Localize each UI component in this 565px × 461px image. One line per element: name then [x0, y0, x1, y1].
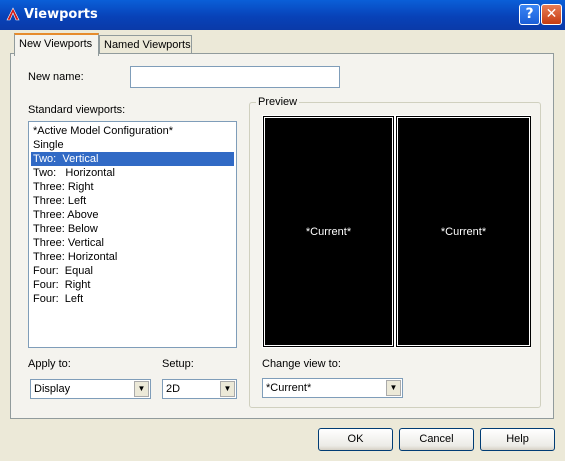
- list-item[interactable]: Four: Equal: [31, 264, 234, 278]
- list-item[interactable]: Three: Vertical: [31, 236, 234, 250]
- change-view-label: Change view to:: [262, 358, 341, 370]
- setup-label: Setup:: [162, 358, 194, 370]
- standard-viewports-list[interactable]: *Active Model Configuration* Single Two:…: [28, 121, 237, 348]
- tab-new-viewports[interactable]: New Viewports: [14, 33, 99, 56]
- list-item[interactable]: *Active Model Configuration*: [31, 124, 234, 138]
- autocad-app-icon: [6, 7, 20, 21]
- list-item[interactable]: Three: Right: [31, 180, 234, 194]
- list-item[interactable]: Two: Horizontal: [31, 166, 234, 180]
- change-view-dropdown[interactable]: *Current* ▼: [262, 378, 403, 398]
- apply-to-label: Apply to:: [28, 358, 71, 370]
- viewport-label: *Current*: [440, 226, 487, 238]
- new-name-input[interactable]: [130, 66, 340, 88]
- preview-viewport-left: *Current*: [263, 116, 394, 347]
- title-close-button[interactable]: ✕: [541, 4, 562, 25]
- preview-area: *Current* *Current*: [262, 115, 531, 348]
- cancel-button[interactable]: Cancel: [399, 428, 474, 451]
- list-item-selected[interactable]: Two: Vertical: [31, 152, 234, 166]
- change-view-value: *Current*: [266, 382, 312, 394]
- setup-dropdown[interactable]: 2D ▼: [162, 379, 237, 399]
- title-help-button[interactable]: ?: [519, 4, 540, 25]
- list-item[interactable]: Four: Right: [31, 278, 234, 292]
- apply-to-value: Display: [34, 383, 71, 395]
- chevron-down-icon[interactable]: ▼: [134, 381, 149, 397]
- list-item[interactable]: Four: Left: [31, 292, 234, 306]
- setup-value: 2D: [166, 383, 181, 395]
- list-item[interactable]: Single: [31, 138, 234, 152]
- help-button[interactable]: Help: [480, 428, 555, 451]
- list-item[interactable]: Three: Above: [31, 208, 234, 222]
- list-item[interactable]: Three: Left: [31, 194, 234, 208]
- standard-viewports-label: Standard viewports:: [28, 104, 126, 116]
- preview-label: Preview: [256, 96, 300, 108]
- window-title: Viewports: [24, 7, 98, 22]
- chevron-down-icon[interactable]: ▼: [220, 381, 235, 397]
- new-name-label: New name:: [28, 71, 84, 83]
- title-bar[interactable]: Viewports ? ✕: [0, 0, 565, 30]
- ok-button[interactable]: OK: [318, 428, 393, 451]
- list-item[interactable]: Three: Below: [31, 222, 234, 236]
- viewport-label: *Current*: [305, 226, 352, 238]
- list-item[interactable]: Three: Horizontal: [31, 250, 234, 264]
- chevron-down-icon[interactable]: ▼: [386, 380, 401, 396]
- apply-to-dropdown[interactable]: Display ▼: [30, 379, 151, 399]
- preview-viewport-right: *Current*: [396, 116, 531, 347]
